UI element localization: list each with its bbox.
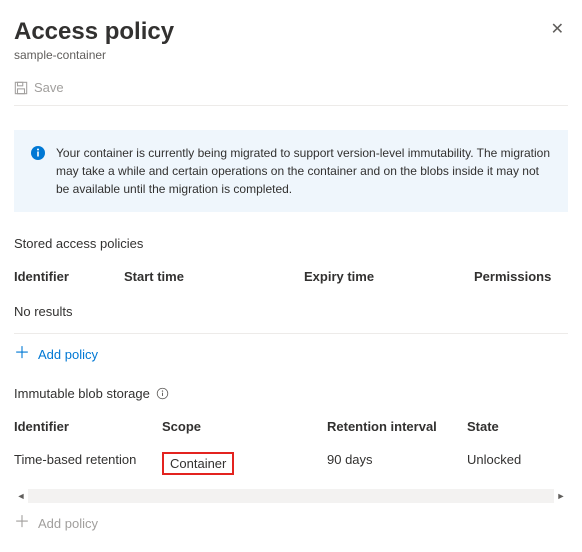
plus-icon: ＋ xyxy=(14,346,30,362)
ibs-row-retention: 90 days xyxy=(327,452,467,475)
migration-notice-text: Your container is currently being migrat… xyxy=(56,144,552,198)
table-row[interactable]: Time-based retention Container 90 days U… xyxy=(14,442,568,485)
immutable-blob-storage-title: Immutable blob storage xyxy=(14,386,568,401)
ibs-row-state: Unlocked xyxy=(467,452,568,475)
save-button[interactable]: Save xyxy=(14,80,64,95)
ibs-col-state: State xyxy=(467,419,568,434)
sap-col-expiry: Expiry time xyxy=(304,269,474,284)
info-icon[interactable] xyxy=(156,387,169,400)
plus-icon: ＋ xyxy=(14,515,30,531)
sap-no-results: No results xyxy=(14,292,568,334)
info-icon xyxy=(30,145,46,161)
sap-add-label: Add policy xyxy=(38,347,98,362)
save-label: Save xyxy=(34,80,64,95)
save-icon xyxy=(14,81,28,95)
immutable-blob-storage-section: Immutable blob storage Identifier Scope … xyxy=(14,386,568,531)
ibs-title-text: Immutable blob storage xyxy=(14,386,150,401)
ibs-col-scope: Scope xyxy=(162,419,327,434)
sap-col-permissions: Permissions xyxy=(474,269,568,284)
ibs-add-label: Add policy xyxy=(38,516,98,531)
close-button[interactable]: ✕ xyxy=(547,18,568,42)
stored-access-policies-title: Stored access policies xyxy=(14,236,568,251)
scroll-right-icon[interactable]: ► xyxy=(554,489,568,503)
ibs-row-scope: Container xyxy=(162,452,327,475)
migration-notice: Your container is currently being migrat… xyxy=(14,130,568,212)
ibs-col-retention: Retention interval xyxy=(327,419,467,434)
access-policy-panel: Access policy sample-container ✕ Save Yo… xyxy=(0,0,582,551)
ibs-table-header: Identifier Scope Retention interval Stat… xyxy=(14,411,568,442)
sap-add-policy-button[interactable]: ＋ Add policy xyxy=(14,346,568,362)
panel-header: Access policy sample-container ✕ xyxy=(14,18,568,62)
header-text: Access policy sample-container xyxy=(14,18,174,62)
close-icon: ✕ xyxy=(551,21,564,38)
scroll-left-icon[interactable]: ◄ xyxy=(14,489,28,503)
toolbar: Save xyxy=(14,80,568,106)
sap-table-header: Identifier Start time Expiry time Permis… xyxy=(14,261,568,292)
scroll-track[interactable] xyxy=(28,489,554,503)
scope-highlight: Container xyxy=(162,452,234,475)
ibs-add-policy-button: ＋ Add policy xyxy=(14,515,568,531)
container-name: sample-container xyxy=(14,48,174,62)
ibs-row-identifier: Time-based retention xyxy=(14,452,162,475)
page-title: Access policy xyxy=(14,18,174,46)
sap-col-identifier: Identifier xyxy=(14,269,124,284)
ibs-col-identifier: Identifier xyxy=(14,419,162,434)
horizontal-scrollbar[interactable]: ◄ ► xyxy=(14,489,568,503)
stored-access-policies-section: Stored access policies Identifier Start … xyxy=(14,236,568,362)
sap-col-start: Start time xyxy=(124,269,304,284)
